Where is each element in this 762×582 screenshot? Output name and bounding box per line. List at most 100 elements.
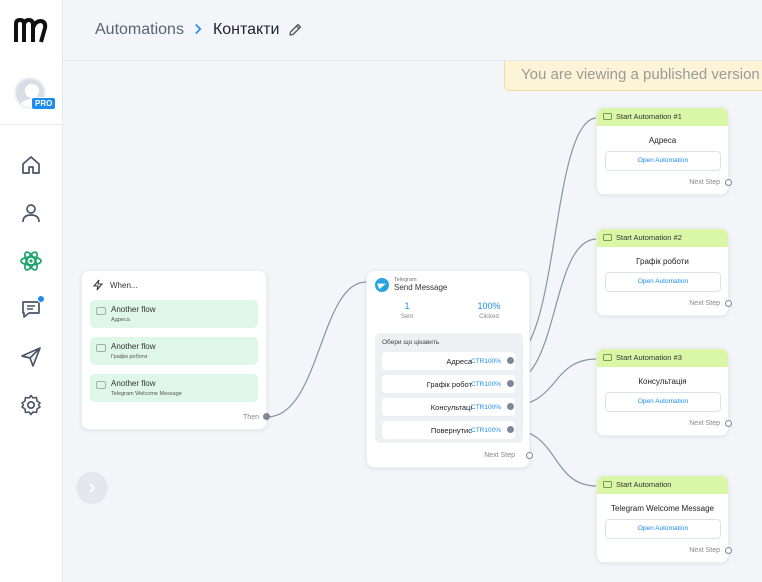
then-label: Then (243, 414, 259, 421)
clicked-stat: 100% Clicked (459, 301, 519, 320)
trigger-subtitle: Адреса (111, 317, 130, 323)
breadcrumb-automations-link[interactable]: Automations (95, 21, 184, 39)
next-step-connector[interactable] (725, 547, 732, 554)
telegram-node-header: Telegram Send Message (375, 277, 447, 292)
start-automation-header: Start Automation (597, 476, 728, 494)
node-title: Send Message (394, 283, 448, 292)
then-connector[interactable] (263, 413, 270, 420)
open-automation-button[interactable]: Open Automation (605, 151, 721, 171)
open-automation-button[interactable]: Open Automation (605, 392, 721, 412)
trigger-node[interactable]: When... Another flow Адреса Another flow… (81, 270, 270, 430)
sent-value: 1 (404, 301, 410, 311)
next-step-connector[interactable] (725, 179, 732, 186)
automation-name: Telegram Welcome Message (610, 504, 714, 513)
message-block: Обери що цікавить Адреса CTR100% Графік … (375, 333, 523, 443)
message-text: Обери що цікавить (382, 339, 440, 346)
published-version-banner: You are viewing a published version (504, 61, 762, 91)
trigger-item[interactable]: Another flow Telegram Welcome Message (90, 374, 258, 402)
flow-icon (96, 344, 106, 352)
choice-ctr: CTR100% (471, 427, 501, 434)
sidebar-divider (0, 124, 63, 125)
chevron-right-icon (89, 483, 96, 493)
telegram-icon (375, 277, 389, 292)
choice-button[interactable]: Консультаці CTR100% (382, 398, 515, 416)
choice-label: Графік робот (426, 380, 472, 389)
next-step-label: Next Step (689, 420, 720, 427)
node-title: Start Automation #3 (616, 353, 682, 362)
next-step-label: Next Step (484, 452, 515, 459)
start-automation-node[interactable]: Start Automation Telegram Welcome Messag… (596, 475, 732, 563)
start-automation-node[interactable]: Start Automation #1 Адреса Open Automati… (596, 107, 732, 195)
clicked-label: Clicked (479, 314, 499, 320)
trigger-item[interactable]: Another flow Адреса (90, 300, 258, 328)
choice-connector[interactable] (507, 403, 514, 410)
choice-ctr: CTR100% (471, 404, 501, 411)
choice-connector[interactable] (507, 426, 514, 433)
flow-icon (603, 234, 612, 241)
trigger-node-header: When... (92, 279, 138, 291)
sidebar: PRO (0, 0, 63, 582)
trigger-subtitle: Telegram Welcome Message (111, 391, 182, 397)
start-automation-header: Start Automation #3 (597, 349, 728, 367)
flow-icon (603, 481, 612, 488)
header: Automations Контакти (63, 0, 762, 61)
home-icon[interactable] (19, 153, 43, 177)
chat-icon[interactable] (19, 295, 45, 321)
choice-button[interactable]: Графік робот CTR100% (382, 375, 515, 393)
account-avatar[interactable]: PRO (14, 77, 57, 113)
lightning-icon (92, 279, 104, 291)
next-step-connector[interactable] (526, 452, 533, 459)
flow-icon (96, 381, 106, 389)
start-automation-header: Start Automation #1 (597, 108, 728, 126)
next-step-connector[interactable] (725, 300, 732, 307)
flow-icon (603, 354, 612, 361)
contacts-icon[interactable] (19, 201, 43, 225)
open-automation-button[interactable]: Open Automation (605, 272, 721, 292)
choice-label: Консультаці (430, 403, 472, 412)
manychat-logo[interactable] (14, 18, 48, 44)
trigger-node-title: When... (110, 280, 138, 290)
flow-icon (603, 113, 612, 120)
breadcrumb: Automations Контакти (95, 21, 303, 39)
next-step-label: Next Step (689, 547, 720, 554)
telegram-send-message-node[interactable]: Telegram Send Message 1 Sent 100% Clicke… (366, 270, 533, 468)
next-step-label: Next Step (689, 179, 720, 186)
chevron-right-icon (194, 22, 203, 38)
node-title: Start Automation (616, 480, 672, 489)
choice-button[interactable]: Адреса CTR100% (382, 352, 515, 370)
page-title: Контакти (212, 21, 280, 38)
trigger-title: Another flow (111, 305, 156, 314)
automation-name: Адреса (648, 136, 677, 145)
choice-button[interactable]: Повернутис CTR100% (382, 421, 515, 439)
broadcast-icon[interactable] (19, 345, 43, 369)
expand-panel-button[interactable] (76, 472, 108, 504)
flow-icon (96, 307, 106, 315)
choice-connector[interactable] (507, 357, 514, 364)
trigger-item[interactable]: Another flow Графік роботи (90, 337, 258, 365)
choice-label: Повернутис (430, 426, 472, 435)
automation-name: Графік роботи (636, 257, 689, 266)
settings-icon[interactable] (19, 393, 43, 417)
choice-ctr: CTR100% (471, 381, 501, 388)
automation-icon[interactable] (19, 249, 43, 273)
start-automation-header: Start Automation #2 (597, 229, 728, 247)
trigger-title: Another flow (111, 342, 156, 351)
start-automation-node[interactable]: Start Automation #2 Графік роботи Open A… (596, 228, 732, 316)
node-title: Start Automation #1 (616, 112, 682, 121)
next-step-connector[interactable] (725, 420, 732, 427)
trigger-subtitle: Графік роботи (111, 354, 148, 360)
choice-label: Адреса (446, 357, 472, 366)
sent-stat: 1 Sent (377, 301, 437, 320)
notification-dot (37, 295, 45, 303)
pencil-icon[interactable] (287, 22, 303, 38)
clicked-value: 100% (477, 301, 501, 311)
trigger-title: Another flow (111, 379, 156, 388)
choice-connector[interactable] (507, 380, 514, 387)
choice-ctr: CTR100% (471, 358, 501, 365)
open-automation-button[interactable]: Open Automation (605, 519, 721, 539)
automation-name: Консультація (638, 377, 687, 386)
pro-badge: PRO (31, 97, 57, 110)
node-title: Start Automation #2 (616, 233, 682, 242)
start-automation-node[interactable]: Start Automation #3 Консультація Open Au… (596, 348, 732, 436)
sent-label: Sent (400, 314, 414, 320)
